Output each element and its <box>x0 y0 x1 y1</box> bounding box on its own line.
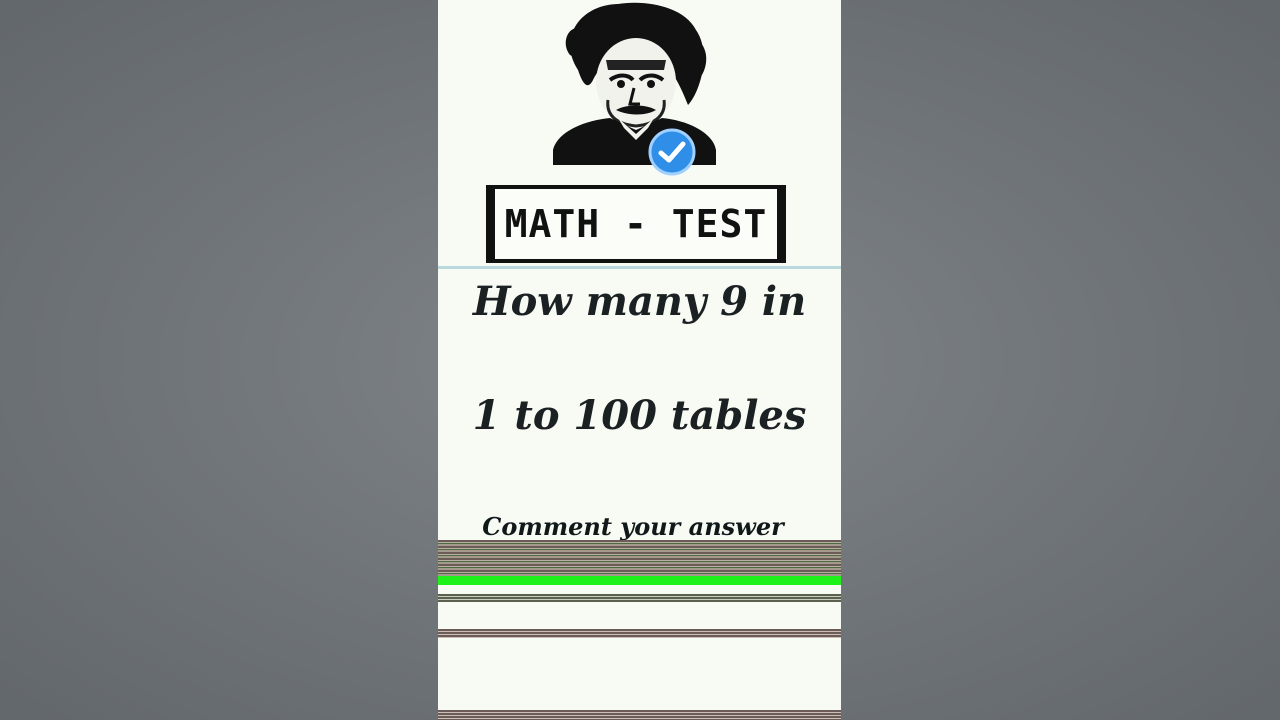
call-to-action-text: Comment your answer <box>482 512 784 541</box>
glitch-band-green <box>438 576 841 585</box>
glitch-band <box>438 594 841 602</box>
title-card: MATH - TEST <box>486 185 786 263</box>
glitch-band <box>438 540 841 576</box>
title-card-text: MATH - TEST <box>504 202 768 246</box>
glitch-band <box>438 710 841 720</box>
question-line-2: 1 to 100 tables <box>472 392 807 439</box>
glitch-band <box>438 585 841 594</box>
verified-check-icon <box>648 128 696 176</box>
question-line-1: How many 9 in <box>472 278 807 325</box>
short-video-frame[interactable]: MATH - TEST How many 9 in 1 to 100 table… <box>438 0 841 720</box>
divider-line <box>438 266 841 269</box>
glitch-band <box>438 629 841 638</box>
